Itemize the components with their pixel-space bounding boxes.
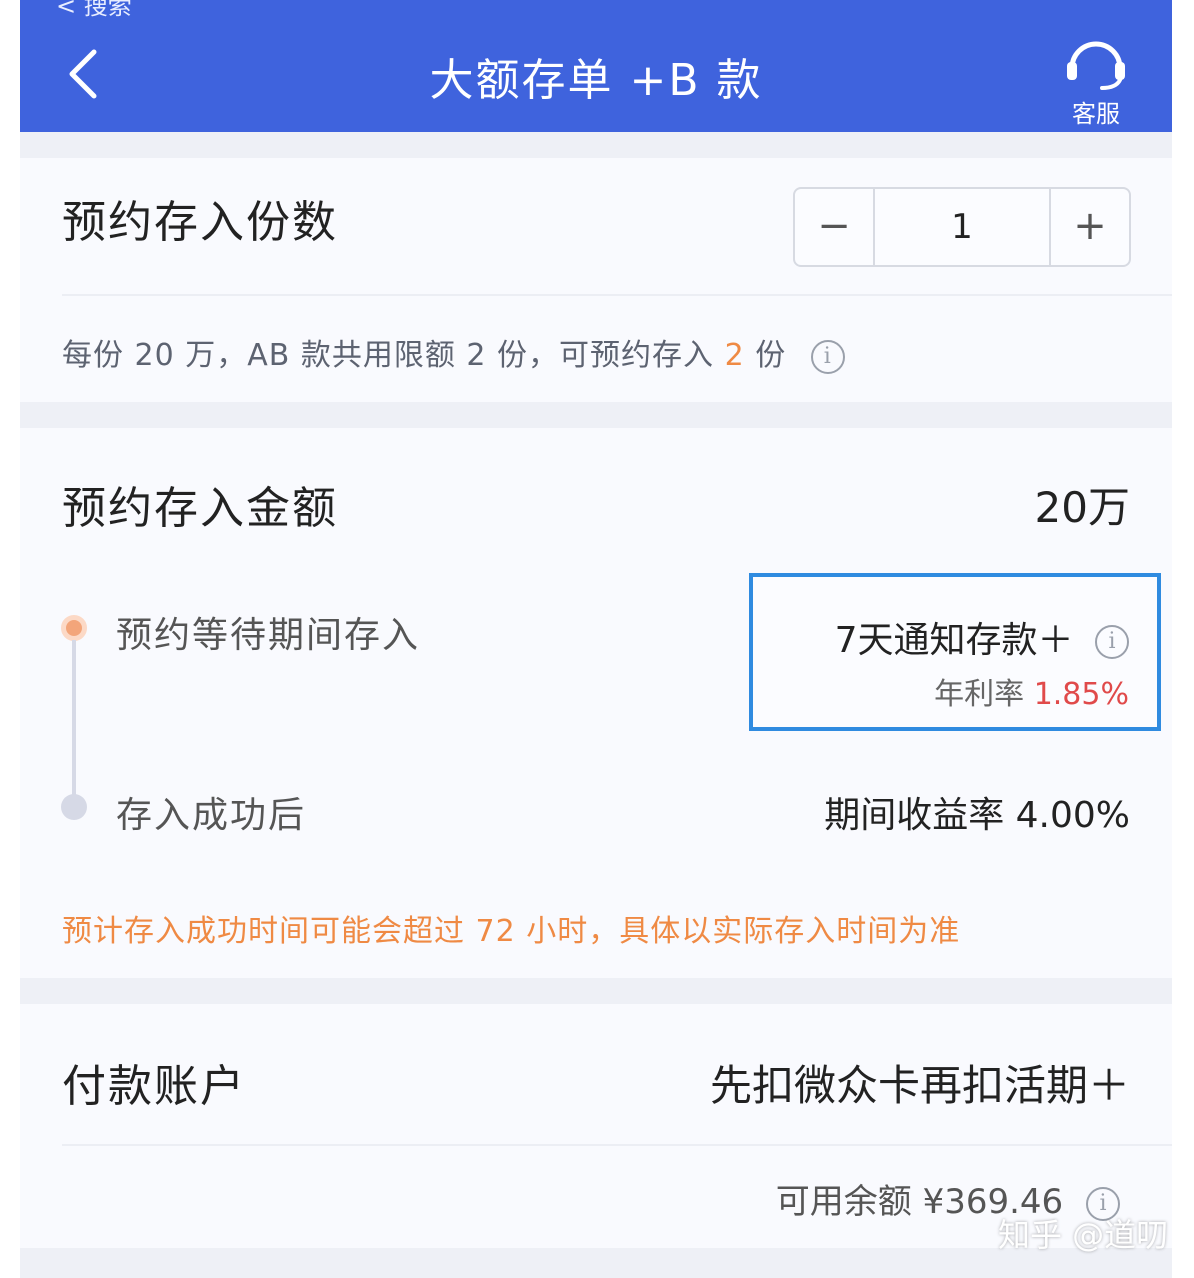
waiting-rate-label: 年利率: [934, 677, 1034, 712]
increment-button[interactable]: +: [1049, 189, 1129, 265]
amount-value: 20万: [1034, 483, 1130, 532]
watermark: 知乎 @道叨: [998, 1216, 1169, 1254]
section-separator: [20, 978, 1172, 1004]
headset-icon: [1067, 41, 1125, 90]
divider: [62, 294, 1172, 296]
divider: [62, 1144, 1172, 1146]
waiting-product-box[interactable]: 7天通知存款＋ i 年利率 1.85%: [749, 573, 1161, 731]
waiting-product-name: 7天通知存款＋: [834, 620, 1074, 661]
payment-account-value[interactable]: 先扣微众卡再扣活期＋: [710, 1052, 1130, 1113]
warning-text: 预计存入成功时间可能会超过 72 小时，具体以实际存入时间为准: [62, 914, 961, 949]
hint-unit: 份: [744, 338, 787, 373]
timeline-line: [72, 640, 76, 796]
info-icon[interactable]: i: [1095, 625, 1129, 659]
waiting-rate: 年利率 1.85%: [934, 669, 1129, 713]
decrement-button[interactable]: −: [795, 189, 875, 265]
payment-account-label: 付款账户: [62, 1061, 246, 1112]
timeline-dot-inactive: [61, 794, 87, 820]
app-frame: < 搜索 大额存单 +B 款 客服 预约存入份数 − 1 + 每份 20 万，A…: [20, 0, 1172, 1278]
customer-service-label: 客服: [1072, 100, 1120, 128]
after-success-label: 存入成功后: [116, 795, 307, 836]
section-separator: [20, 132, 1172, 158]
page-title: 大额存单 +B 款: [429, 55, 763, 106]
shares-hint: 每份 20 万，AB 款共用限额 2 份，可预约存入 2 份 i: [62, 330, 845, 374]
quantity-value[interactable]: 1: [875, 189, 1049, 265]
customer-service-button[interactable]: 客服: [1056, 28, 1136, 128]
back-breadcrumb[interactable]: < 搜索: [56, 0, 132, 21]
waiting-rate-value: 1.85%: [1033, 677, 1129, 712]
hint-text: 每份 20 万，AB 款共用限额 2 份，可预约存入: [62, 338, 725, 373]
quantity-stepper: − 1 +: [793, 187, 1131, 267]
info-icon[interactable]: i: [810, 339, 845, 374]
waiting-period-label: 预约等待期间存入: [116, 615, 421, 656]
amount-label: 预约存入金额: [62, 483, 338, 534]
hint-available-count: 2: [724, 338, 745, 373]
nav-header: < 搜索 大额存单 +B 款 客服: [20, 0, 1172, 132]
timeline-dot-active: [61, 615, 87, 641]
shares-label: 预约存入份数: [62, 197, 338, 248]
waiting-product: 7天通知存款＋ i: [835, 611, 1129, 663]
period-yield: 期间收益率 4.00%: [824, 795, 1130, 836]
section-separator: [20, 402, 1172, 428]
